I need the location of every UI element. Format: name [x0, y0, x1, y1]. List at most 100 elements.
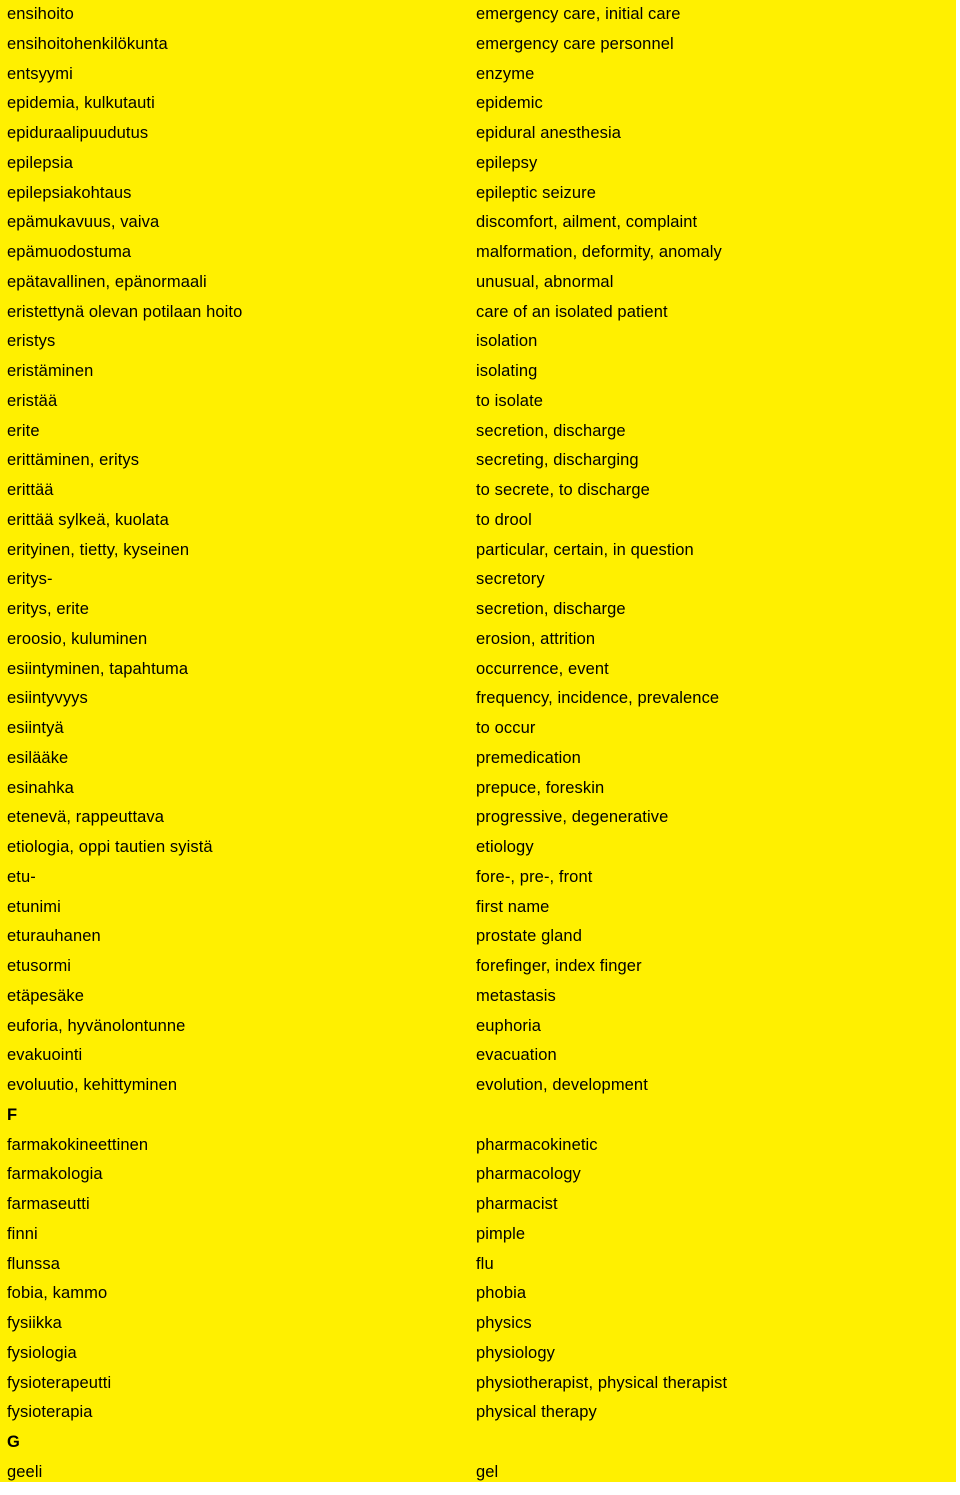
term-finnish: etu- [7, 867, 36, 886]
term-finnish: etenevä, rappeuttava [7, 808, 165, 827]
term-english: progressive, degenerative [476, 808, 669, 827]
glossary-row: epätavallinen, epänormaali unusual, abnor… [0, 268, 956, 298]
glossary-row: geeli gel [0, 1458, 956, 1488]
term-english: euphoria [476, 1016, 542, 1035]
term-finnish: fysiologia [7, 1343, 77, 1362]
term-finnish: finni [7, 1224, 38, 1243]
term-english: enzyme [476, 64, 535, 83]
term-finnish: epätavallinen, epänormaali [7, 272, 207, 291]
glossary-row: fysiologia physiology [0, 1339, 956, 1369]
term-finnish: eritys, erite [7, 600, 89, 618]
term-english: particular, certain, in question [476, 540, 694, 559]
glossary-row: farmakokineettinen pharmacokinetic [0, 1131, 956, 1161]
term-finnish: epämuodostuma [7, 243, 132, 261]
section-header-row: G [0, 1428, 956, 1458]
glossary-entry-list: ensihoito emergency care, initial care ens… [0, 0, 956, 1488]
term-english: pimple [476, 1224, 526, 1243]
glossary-row: eturauhanen prostate gland [0, 922, 956, 952]
term-finnish: fysioterapia [7, 1403, 93, 1422]
glossary-row: etunimi first name [0, 893, 956, 923]
term-english: unusual, abnormal [476, 272, 614, 291]
term-english: evacuation [476, 1046, 557, 1065]
term-english: to drool [476, 510, 532, 529]
term-finnish: erittää sylkeä, kuolata [7, 510, 169, 529]
term-finnish: esiintyä [7, 719, 64, 737]
term-english: physics [476, 1314, 532, 1332]
term-finnish: fysioterapeutti [7, 1373, 112, 1392]
glossary-row: etenevä, rappeuttava progressive, degener… [0, 803, 956, 833]
term-finnish: esilääke [7, 748, 69, 767]
term-english: forefinger, index finger [476, 957, 642, 975]
term-english: occurrence, event [476, 659, 609, 678]
term-english: epilepsy [476, 153, 538, 172]
term-finnish: epilepsia [7, 153, 74, 172]
glossary-row: erite secretion, discharge [0, 417, 956, 447]
term-finnish: farmakokineettinen [7, 1135, 149, 1154]
term-english: prepuce, foreskin [476, 778, 605, 797]
term-finnish: erittää [7, 481, 54, 499]
glossary-row: eristää to isolate [0, 387, 956, 417]
term-finnish: eroosio, kuluminen [7, 629, 148, 648]
term-finnish: epiduraalipuudutus [7, 124, 149, 142]
term-english: to secrete, to discharge [476, 481, 650, 499]
term-english: fore-, pre-, front [476, 867, 593, 886]
term-finnish: eturauhanen [7, 927, 101, 946]
term-finnish: flunssa [7, 1254, 60, 1273]
term-english: isolation [476, 332, 538, 351]
glossary-row: eristys isolation [0, 327, 956, 357]
term-finnish: esiintyvyys [7, 689, 88, 708]
term-finnish: etiologia, oppi tautien syistä [7, 838, 213, 856]
glossary-row: fobia, kammo phobia [0, 1279, 956, 1309]
term-english: to isolate [476, 391, 544, 410]
glossary-row: fysioterapia physical therapy [0, 1398, 956, 1428]
term-english: etiology [476, 838, 534, 856]
glossary-row: evakuointi evacuation [0, 1041, 956, 1071]
term-finnish: erityinen, tietty, kyseinen [7, 540, 190, 559]
glossary-row: erittäminen, eritys secreting, dischargin… [0, 446, 956, 476]
glossary-row: farmaseutti pharmacist [0, 1190, 956, 1220]
glossary-row: esiintyvyys frequency, incidence, prevale… [0, 684, 956, 714]
term-english: phobia [476, 1284, 527, 1303]
term-english: to occur [476, 719, 536, 737]
term-finnish: etunimi [7, 897, 61, 916]
term-finnish: esiintyminen, tapahtuma [7, 659, 189, 678]
term-english: secreting, discharging [476, 451, 639, 470]
term-english: secretion, discharge [476, 600, 626, 618]
term-english: pharmacology [476, 1165, 581, 1184]
term-english: pharmacokinetic [476, 1135, 598, 1154]
term-finnish: eristäminen [7, 362, 94, 380]
glossary-row: esiintyminen, tapahtuma occurrence, event [0, 655, 956, 685]
glossary-row: erittää sylkeä, kuolata to drool [0, 506, 956, 536]
term-english: secretory [476, 570, 545, 589]
term-finnish: evakuointi [7, 1046, 83, 1065]
term-english: emergency care, initial care [476, 5, 681, 23]
term-finnish: farmakologia [7, 1165, 103, 1184]
term-english: secretion, discharge [476, 421, 626, 440]
term-english: evolution, development [476, 1076, 648, 1094]
term-english: physical therapy [476, 1403, 597, 1422]
glossary-row: esinahka prepuce, foreskin [0, 774, 956, 804]
term-english: isolating [476, 362, 538, 380]
term-english: physiology [476, 1343, 555, 1362]
glossary-row: flunssa flu [0, 1250, 956, 1280]
glossary-row: fysioterapeutti physiotherapist, physical… [0, 1369, 956, 1399]
term-english: erosion, attrition [476, 629, 596, 648]
term-english: physiotherapist, physical therapist [476, 1373, 728, 1392]
term-finnish: geeli [7, 1462, 43, 1481]
glossary-page: ensihoito emergency care, initial care ens… [0, 0, 956, 1482]
glossary-row: farmakologia pharmacology [0, 1160, 956, 1190]
term-english: pharmacist [476, 1195, 558, 1213]
term-finnish: erite [7, 421, 40, 440]
term-english: emergency care personnel [476, 34, 674, 53]
term-english: care of an isolated patient [476, 302, 668, 321]
term-english: flu [476, 1254, 494, 1273]
term-finnish: entsyymi [7, 64, 73, 83]
term-english: metastasis [476, 986, 556, 1005]
term-english: epidemic [476, 94, 543, 113]
term-english: discomfort, ailment, complaint [476, 213, 698, 232]
glossary-row: esiintyä to occur [0, 714, 956, 744]
glossary-row: etusormi forefinger, index finger [0, 952, 956, 982]
glossary-row: epidemia, kulkutauti epidemic [0, 89, 956, 119]
term-finnish: epidemia, kulkutauti [7, 94, 155, 113]
term-finnish: epämukavuus, vaiva [7, 213, 160, 232]
